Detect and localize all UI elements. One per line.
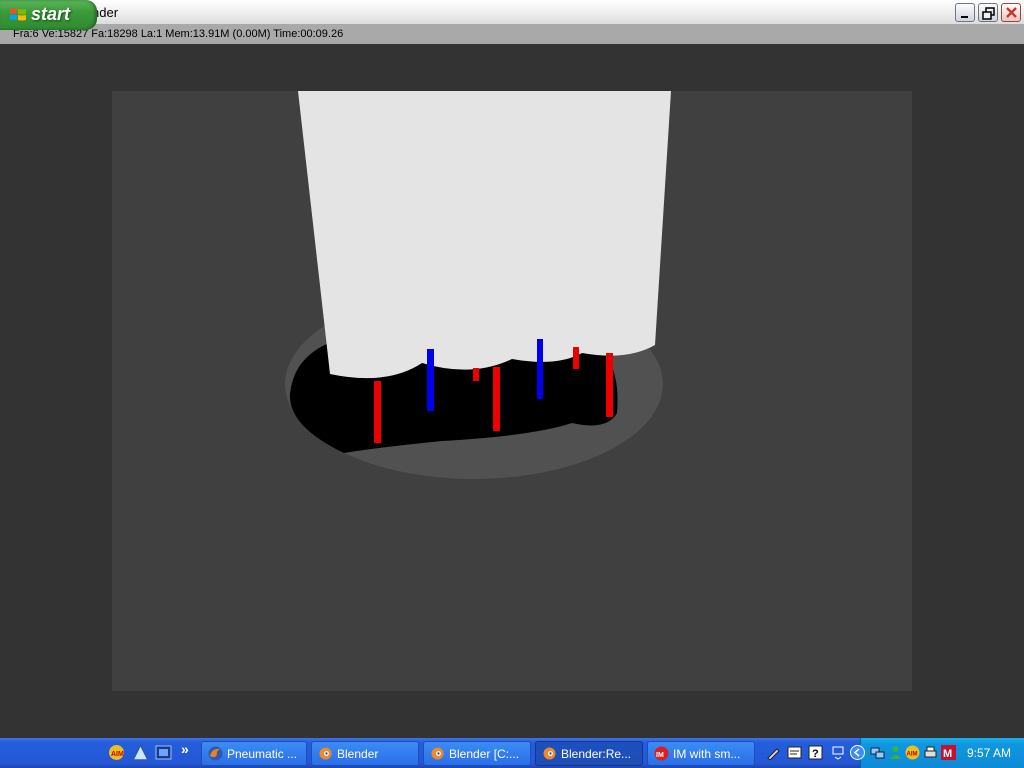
restore-button[interactable] — [978, 3, 998, 22]
tray-expand-icon[interactable] — [850, 745, 865, 760]
network-icon[interactable] — [870, 745, 885, 760]
render-canvas — [112, 91, 912, 691]
system-clock: 9:57 AM — [967, 746, 1012, 760]
svg-text:IM: IM — [656, 752, 664, 759]
red-leg — [573, 347, 579, 369]
aim-tray-icon[interactable]: AIM — [905, 745, 920, 760]
taskbar-button-label: Blender [C:... — [449, 747, 520, 761]
taskbar-button-label: IM with sm... — [673, 747, 741, 761]
messenger-icon[interactable] — [888, 745, 903, 760]
media-icon[interactable] — [155, 744, 172, 761]
help-icon[interactable]: ? — [808, 745, 823, 760]
minimize-icon — [961, 16, 968, 18]
taskbar-button-blender-render[interactable]: Blender:Re... — [535, 741, 643, 766]
red-leg — [473, 368, 479, 381]
title-bar[interactable]: Blender:Render — [0, 0, 1024, 25]
red-leg — [374, 381, 381, 443]
close-button[interactable] — [1001, 3, 1021, 22]
close-icon — [1006, 7, 1017, 18]
red-leg — [493, 367, 500, 431]
pen-icon[interactable] — [766, 745, 781, 760]
form-icon[interactable] — [787, 745, 802, 760]
restore-icon — [982, 7, 995, 20]
cylinder-body — [298, 91, 671, 379]
blue-leg — [427, 349, 434, 411]
svg-text:AIM: AIM — [111, 751, 124, 758]
mcafee-icon[interactable]: M — [941, 745, 956, 760]
window-list-icon[interactable] — [831, 745, 846, 760]
svg-text:AIM: AIM — [907, 752, 918, 758]
taskbar-button-blender-file[interactable]: Blender [C:... — [423, 741, 531, 766]
aim-icon[interactable]: AIM — [108, 744, 125, 761]
im-icon: IM — [654, 746, 669, 761]
start-button[interactable]: start — [0, 0, 97, 30]
taskbar-button-im[interactable]: IM IM with sm... — [647, 741, 755, 766]
render-status-bar: Fra:6 Ve:15827 Fa:18298 La:1 Mem:13.91M … — [0, 25, 1024, 44]
start-label: start — [31, 4, 71, 24]
blender-icon — [431, 747, 444, 760]
printer-icon[interactable] — [923, 745, 938, 760]
firefox-icon — [208, 746, 223, 761]
blender-icon — [543, 747, 556, 760]
blender-icon — [319, 747, 332, 760]
app-icon[interactable] — [132, 744, 149, 761]
taskbar-button-label: Blender:Re... — [561, 747, 632, 761]
taskbar-button-pneumatic[interactable]: Pneumatic ... — [201, 741, 307, 766]
quick-launch-more-button[interactable]: » — [181, 741, 189, 757]
render-image — [285, 91, 671, 479]
minimize-button[interactable] — [955, 3, 975, 22]
windows-flag-icon — [10, 8, 26, 21]
red-leg — [606, 353, 613, 417]
taskbar-button-label: Blender — [337, 747, 379, 761]
svg-text:?: ? — [812, 748, 819, 760]
taskbar-button-blender[interactable]: Blender — [311, 741, 419, 766]
svg-text:M: M — [943, 748, 952, 760]
taskbar-button-label: Pneumatic ... — [227, 747, 298, 761]
blue-leg — [537, 339, 543, 399]
